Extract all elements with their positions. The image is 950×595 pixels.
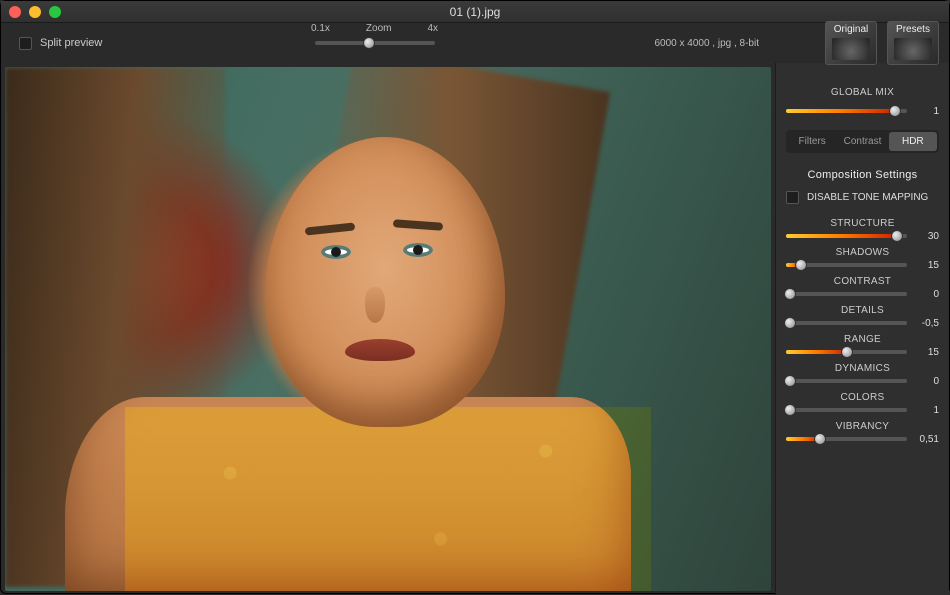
composition-settings-title: Composition Settings (786, 169, 939, 181)
toolbar: Split preview 0.1x Zoom 4x 6000 x 4000 ,… (1, 23, 949, 63)
param-label: CONTRAST (786, 276, 939, 287)
param-slider[interactable] (786, 374, 907, 388)
param-slider[interactable] (786, 432, 907, 446)
param-label: DETAILS (786, 305, 939, 316)
param-label: STRUCTURE (786, 218, 939, 229)
zoom-max-label: 4x (427, 23, 438, 34)
param-slider[interactable] (786, 403, 907, 417)
image-canvas[interactable] (5, 67, 771, 591)
global-mix-slider-row: 1 (786, 104, 939, 118)
param-slider-row: 1 (786, 403, 939, 417)
param-slider-row: 0 (786, 287, 939, 301)
param-value: 1 (913, 405, 939, 416)
param-slider[interactable] (786, 258, 907, 272)
param-label: SHADOWS (786, 247, 939, 258)
presets-label: Presets (896, 24, 930, 35)
global-mix-slider[interactable] (786, 104, 907, 118)
tab-hdr[interactable]: HDR (889, 132, 937, 151)
param-slider[interactable] (786, 316, 907, 330)
disable-tone-mapping-toggle[interactable]: DISABLE TONE MAPPING (786, 191, 939, 204)
param-value: 15 (913, 347, 939, 358)
window-title: 01 (1).jpg (1, 5, 949, 19)
param-slider-row: 15 (786, 258, 939, 272)
param-slider[interactable] (786, 229, 907, 243)
param-slider[interactable] (786, 287, 907, 301)
presets-button[interactable]: Presets (887, 21, 939, 65)
zoom-min-label: 0.1x (311, 23, 330, 34)
image-meta: 6000 x 4000 , jpg , 8-bit (654, 38, 759, 49)
checkbox-icon[interactable] (19, 37, 32, 50)
zoom-slider[interactable] (315, 36, 435, 63)
sidebar: GLOBAL MIX 1 Filters Contrast HDR Compos… (775, 63, 949, 595)
tab-filters[interactable]: Filters (788, 132, 836, 151)
disable-tone-label: DISABLE TONE MAPPING (807, 192, 928, 203)
param-slider[interactable] (786, 345, 907, 359)
param-label: COLORS (786, 392, 939, 403)
global-mix-label: GLOBAL MIX (786, 87, 939, 98)
param-value: -0,5 (913, 318, 939, 329)
main-area: GLOBAL MIX 1 Filters Contrast HDR Compos… (1, 63, 949, 595)
param-slider-row: -0,5 (786, 316, 939, 330)
tab-contrast[interactable]: Contrast (838, 132, 886, 151)
param-value: 0 (913, 376, 939, 387)
preview-image (5, 67, 771, 591)
checkbox-icon[interactable] (786, 191, 799, 204)
param-label: DYNAMICS (786, 363, 939, 374)
param-value: 0,51 (913, 434, 939, 445)
param-value: 30 (913, 231, 939, 242)
zoom-control: 0.1x Zoom 4x (311, 23, 438, 63)
param-slider-row: 15 (786, 345, 939, 359)
split-preview-label: Split preview (40, 37, 102, 49)
param-label: VIBRANCY (786, 421, 939, 432)
param-slider-row: 0,51 (786, 432, 939, 446)
param-value: 0 (913, 289, 939, 300)
param-label: RANGE (786, 334, 939, 345)
split-preview-toggle[interactable]: Split preview (19, 37, 102, 50)
titlebar: 01 (1).jpg (1, 1, 949, 23)
original-label: Original (834, 24, 868, 35)
param-slider-row: 30 (786, 229, 939, 243)
param-slider-row: 0 (786, 374, 939, 388)
global-mix-value: 1 (913, 106, 939, 117)
zoom-label: Zoom (366, 23, 392, 34)
mode-tabs: Filters Contrast HDR (786, 130, 939, 153)
param-value: 15 (913, 260, 939, 271)
original-button[interactable]: Original (825, 21, 877, 65)
